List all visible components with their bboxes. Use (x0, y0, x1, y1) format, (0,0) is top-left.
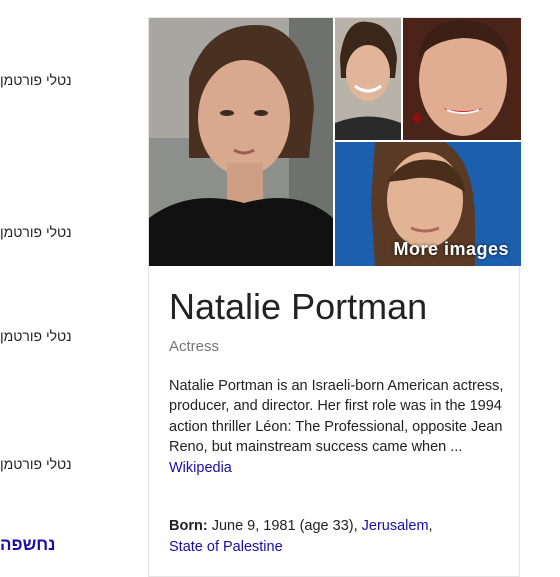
born-label: Born: (169, 518, 208, 534)
result-title-link[interactable]: נחשפה (0, 535, 56, 555)
born-value: June 9, 1981 (age 33), (211, 518, 358, 534)
entity-subtitle: Actress (169, 338, 220, 355)
main-photo[interactable] (149, 18, 333, 266)
photo-3[interactable] (403, 18, 521, 140)
result-snippet-4[interactable]: נטלי פורטמן (0, 456, 72, 472)
left-results-column: נטלי פורטמן נטלי פורטמן נטלי פורטמן נטלי… (0, 0, 130, 560)
result-snippet-2[interactable]: נטלי פורטמן (0, 224, 72, 240)
more-images-button[interactable] (335, 142, 521, 266)
born-separator: , (428, 518, 433, 534)
result-snippet-1[interactable]: נטלי פורטמן (0, 72, 72, 88)
description-text: Natalie Portman is an Israeli-born Ameri… (169, 378, 504, 456)
state-of-palestine-link[interactable]: State of Palestine (169, 539, 283, 555)
image-grid: More images (149, 18, 521, 266)
jerusalem-link[interactable]: Jerusalem (362, 518, 429, 534)
wikipedia-link[interactable]: Wikipedia (169, 460, 232, 476)
photo-2[interactable] (335, 18, 401, 140)
result-snippet-3[interactable]: נטלי פורטמן (0, 328, 72, 344)
entity-title: Natalie Portman (169, 286, 428, 327)
born-fact: Born: June 9, 1981 (age 33), Jerusalem, … (169, 516, 509, 558)
knowledge-panel: More images Natalie Portman Actress Nata… (148, 17, 521, 577)
entity-description: Natalie Portman is an Israeli-born Ameri… (169, 376, 509, 478)
